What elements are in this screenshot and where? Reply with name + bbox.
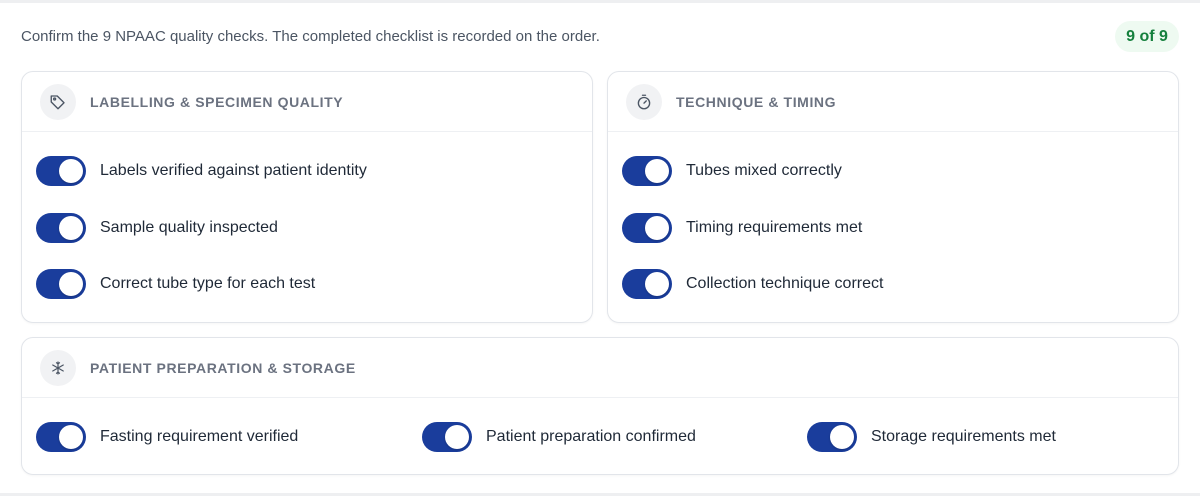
section-header: LABELLING & SPECIMEN QUALITY: [22, 72, 592, 132]
check-item-correct-tube-type: Correct tube type for each test: [36, 269, 315, 299]
toggle-collection-technique[interactable]: [622, 269, 672, 299]
toggle-knob: [59, 272, 83, 296]
check-item-tubes-mixed: Tubes mixed correctly: [622, 156, 842, 186]
toggle-knob: [645, 216, 669, 240]
section-title: LABELLING & SPECIMEN QUALITY: [90, 93, 344, 110]
item-label: Tubes mixed correctly: [686, 162, 842, 179]
toggle-timing-requirements[interactable]: [622, 213, 672, 243]
tag-icon: [40, 83, 76, 120]
section-header: PATIENT PREPARATION & STORAGE: [22, 338, 1178, 398]
checklist-instructions: Confirm the 9 NPAAC quality checks. The …: [21, 28, 600, 45]
top-divider: [0, 0, 1200, 3]
snowflake-icon: [40, 349, 76, 386]
toggle-tubes-mixed[interactable]: [622, 156, 672, 186]
toggle-knob: [645, 159, 669, 183]
section-title: TECHNIQUE & TIMING: [676, 93, 837, 110]
section-patient-preparation-storage: PATIENT PREPARATION & STORAGE Fasting re…: [21, 337, 1179, 475]
section-header: TECHNIQUE & TIMING: [608, 72, 1178, 132]
item-label: Patient preparation confirmed: [486, 428, 696, 445]
section-technique-timing: TECHNIQUE & TIMING Tubes mixed correctly…: [607, 71, 1179, 323]
check-item-storage-requirements: Storage requirements met: [807, 422, 1056, 452]
stopwatch-icon: [626, 83, 662, 120]
item-label: Storage requirements met: [871, 428, 1056, 445]
toggle-knob: [59, 216, 83, 240]
check-item-timing-requirements: Timing requirements met: [622, 213, 862, 243]
completion-count-badge: 9 of 9: [1115, 21, 1179, 52]
check-item-fasting-requirement: Fasting requirement verified: [36, 422, 298, 452]
item-label: Sample quality inspected: [100, 219, 278, 236]
toggle-sample-quality[interactable]: [36, 213, 86, 243]
check-item-patient-preparation: Patient preparation confirmed: [422, 422, 696, 452]
section-title: PATIENT PREPARATION & STORAGE: [90, 359, 356, 376]
toggle-patient-preparation[interactable]: [422, 422, 472, 452]
toggle-knob: [645, 272, 669, 296]
toggle-knob: [59, 425, 83, 449]
item-label: Labels verified against patient identity: [100, 162, 367, 179]
toggle-knob: [830, 425, 854, 449]
toggle-labels-verified[interactable]: [36, 156, 86, 186]
item-label: Collection technique correct: [686, 275, 884, 292]
item-label: Fasting requirement verified: [100, 428, 299, 445]
item-label: Timing requirements met: [686, 219, 863, 236]
toggle-fasting-requirement[interactable]: [36, 422, 86, 452]
section-labelling-specimen-quality: LABELLING & SPECIMEN QUALITY Labels veri…: [21, 71, 593, 323]
check-item-labels-verified: Labels verified against patient identity: [36, 156, 367, 186]
toggle-knob: [445, 425, 469, 449]
check-item-sample-quality: Sample quality inspected: [36, 213, 278, 243]
toggle-knob: [59, 159, 83, 183]
toggle-storage-requirements[interactable]: [807, 422, 857, 452]
check-item-collection-technique: Collection technique correct: [622, 269, 883, 299]
toggle-correct-tube-type[interactable]: [36, 269, 86, 299]
item-label: Correct tube type for each test: [100, 275, 316, 292]
